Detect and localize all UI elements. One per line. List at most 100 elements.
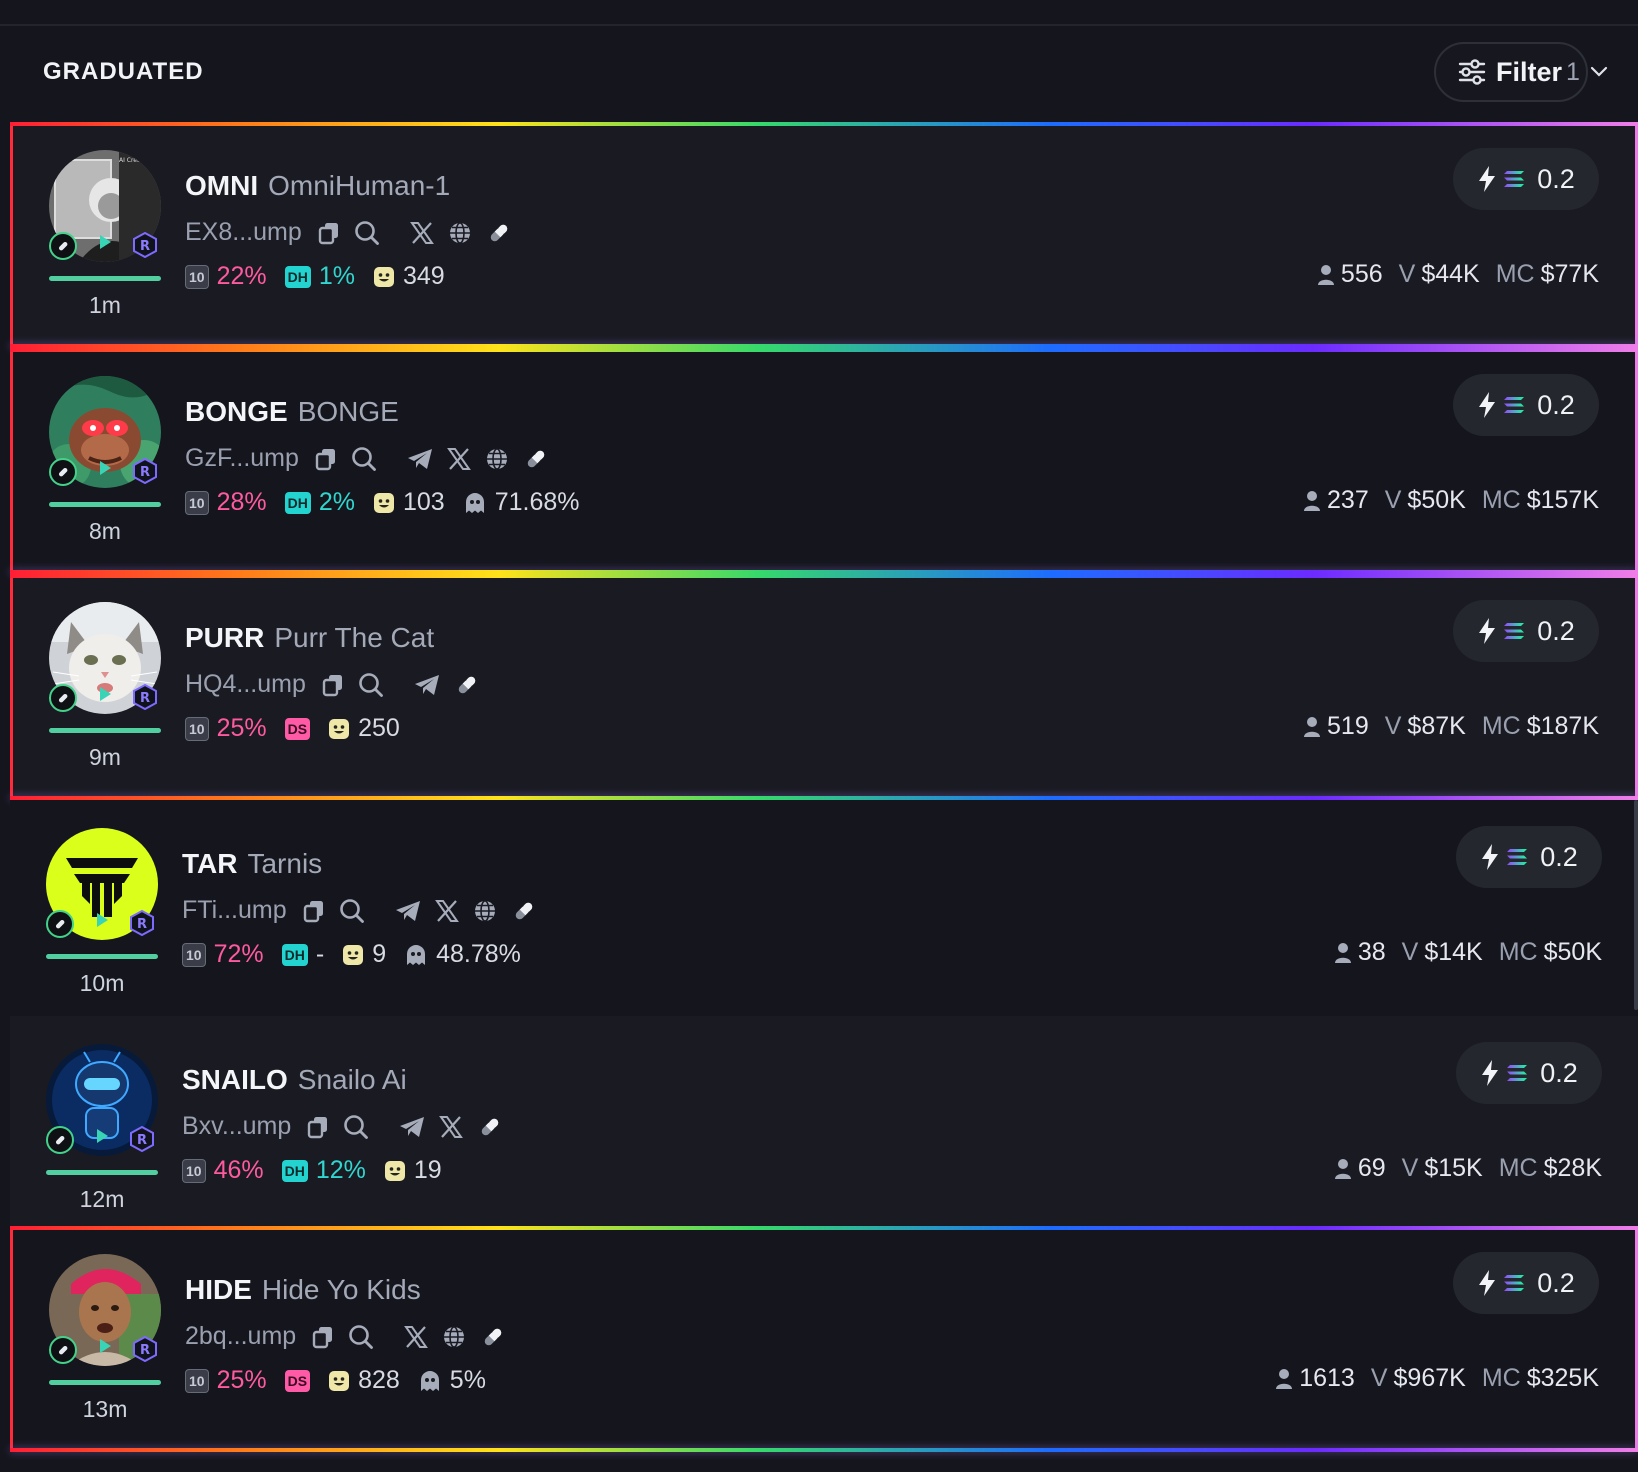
search-icon[interactable] — [354, 220, 380, 246]
x-icon[interactable] — [434, 899, 459, 923]
telegram-icon[interactable] — [414, 674, 440, 696]
token-ticker[interactable]: SNAILO — [182, 1064, 288, 1096]
x-icon[interactable] — [404, 1325, 429, 1349]
pill-badge-icon — [49, 684, 77, 712]
dev-value: 2% — [318, 488, 355, 516]
dev-value: - — [315, 940, 325, 968]
telegram-icon[interactable] — [407, 448, 433, 470]
token-stats: 10 22% DH 1% 349 — [185, 262, 445, 291]
token-row[interactable]: R 13m HIDE Hide Yo Kids 2bq...ump 10 25%… — [10, 1226, 1638, 1452]
quick-buy-button[interactable]: 0.2 — [1456, 1042, 1602, 1104]
quick-buy-button[interactable]: 0.2 — [1453, 600, 1599, 662]
play-badge-icon — [97, 234, 113, 250]
pill-badge-icon — [49, 1336, 77, 1364]
volume-stat: V $50K — [1385, 486, 1466, 515]
filter-count: 1 — [1566, 57, 1580, 86]
top10-stat: 10 72% — [182, 940, 264, 969]
token-row[interactable]: R 9m PURR Purr The Cat HQ4...ump 10 25% … — [10, 574, 1638, 800]
buy-amount: 0.2 — [1540, 1057, 1578, 1088]
holder-smile-stat: 250 — [328, 714, 400, 743]
search-icon[interactable] — [351, 446, 377, 472]
search-icon[interactable] — [343, 1114, 369, 1140]
solana-icon — [1503, 169, 1525, 189]
volume-label: V — [1384, 712, 1402, 740]
top10-chip: 10 — [185, 490, 209, 515]
marketcap-value: $187K — [1526, 712, 1599, 740]
token-row[interactable]: AI Creators R 1m OMNI OmniHuman-1 EX8...… — [10, 122, 1638, 348]
x-icon[interactable] — [439, 1115, 464, 1139]
holders-value: 556 — [1340, 260, 1383, 288]
dev-chip: DH — [284, 491, 311, 514]
copy-icon[interactable] — [315, 447, 337, 471]
pill-icon[interactable] — [480, 1324, 506, 1350]
quick-buy-button[interactable]: 0.2 — [1453, 1252, 1599, 1314]
holders-value: 69 — [1357, 1154, 1386, 1182]
pill-icon[interactable] — [523, 446, 549, 472]
top10-value: 25% — [216, 714, 267, 742]
quick-buy-button[interactable]: 0.2 — [1453, 148, 1599, 210]
search-icon[interactable] — [348, 1324, 374, 1350]
copy-icon[interactable] — [318, 221, 340, 245]
marketcap-stat: MC $28K — [1499, 1154, 1602, 1183]
sliders-icon — [1458, 59, 1486, 85]
token-address[interactable]: GzF...ump — [185, 444, 299, 473]
token-age: 13m — [82, 1396, 128, 1422]
telegram-icon[interactable] — [395, 900, 421, 922]
holders-stat: 237 — [1303, 486, 1369, 515]
copy-icon[interactable] — [303, 899, 325, 923]
pill-icon[interactable] — [454, 672, 480, 698]
play-badge-icon — [94, 912, 110, 928]
token-row[interactable]: R 10m TAR Tarnis FTi...ump 10 72% DH - 9… — [10, 800, 1638, 1016]
quick-buy-button[interactable]: 0.2 — [1456, 826, 1602, 888]
copy-icon[interactable] — [307, 1115, 329, 1139]
globe-icon[interactable] — [473, 899, 497, 923]
smile-value: 19 — [413, 1156, 442, 1184]
token-ticker[interactable]: BONGE — [185, 396, 288, 428]
sniper-value: 48.78% — [436, 940, 521, 968]
token-row[interactable]: R 8m BONGE BONGE GzF...ump 10 28% DH 2% … — [10, 348, 1638, 574]
token-ticker[interactable]: HIDE — [185, 1274, 252, 1306]
token-ticker[interactable]: OMNI — [185, 170, 258, 202]
globe-icon[interactable] — [485, 447, 509, 471]
pill-icon[interactable] — [511, 898, 537, 924]
user-icon — [1275, 1368, 1293, 1390]
copy-icon[interactable] — [322, 673, 344, 697]
marketcap-value: $325K — [1526, 1364, 1599, 1392]
search-icon[interactable] — [339, 898, 365, 924]
token-ticker[interactable]: PURR — [185, 622, 264, 654]
solana-icon — [1503, 621, 1525, 641]
globe-icon[interactable] — [442, 1325, 466, 1349]
top10-chip: 10 — [185, 264, 209, 289]
pill-icon[interactable] — [486, 220, 512, 246]
telegram-icon[interactable] — [399, 1116, 425, 1138]
token-row[interactable]: R 12m SNAILO Snailo Ai Bxv...ump 10 46% … — [10, 1016, 1638, 1226]
token-age: 10m — [79, 970, 125, 996]
marketcap-value: $157K — [1526, 486, 1599, 514]
token-ticker[interactable]: TAR — [182, 848, 237, 880]
token-address[interactable]: HQ4...ump — [185, 670, 306, 699]
sniper-stat: 48.78% — [404, 940, 521, 969]
scrollbar[interactable] — [1634, 800, 1638, 1010]
token-address[interactable]: 2bq...ump — [185, 1322, 296, 1351]
globe-icon[interactable] — [448, 221, 472, 245]
filter-button[interactable]: Filter 1 — [1434, 42, 1608, 102]
marketcap-value: $50K — [1543, 938, 1602, 966]
token-address[interactable]: EX8...ump — [185, 218, 302, 247]
search-icon[interactable] — [358, 672, 384, 698]
copy-icon[interactable] — [312, 1325, 334, 1349]
pill-icon[interactable] — [477, 1114, 503, 1140]
quick-buy-button[interactable]: 0.2 — [1453, 374, 1599, 436]
x-icon[interactable] — [409, 221, 434, 245]
token-stats: 10 46% DH 12% 19 — [182, 1156, 442, 1185]
smile-value: 828 — [358, 1366, 400, 1394]
market-stats: 237 V $50K MC $157K — [1303, 486, 1599, 515]
buy-amount: 0.2 — [1537, 163, 1575, 194]
token-address[interactable]: Bxv...ump — [182, 1112, 291, 1141]
top10-stat: 10 25% — [185, 714, 267, 743]
x-icon[interactable] — [447, 447, 471, 471]
solana-icon — [1506, 847, 1528, 867]
token-address[interactable]: FTi...ump — [182, 896, 287, 925]
top10-stat: 10 46% — [182, 1156, 264, 1185]
token-stats: 10 25% DS 250 — [185, 714, 400, 743]
user-icon — [1303, 716, 1321, 738]
